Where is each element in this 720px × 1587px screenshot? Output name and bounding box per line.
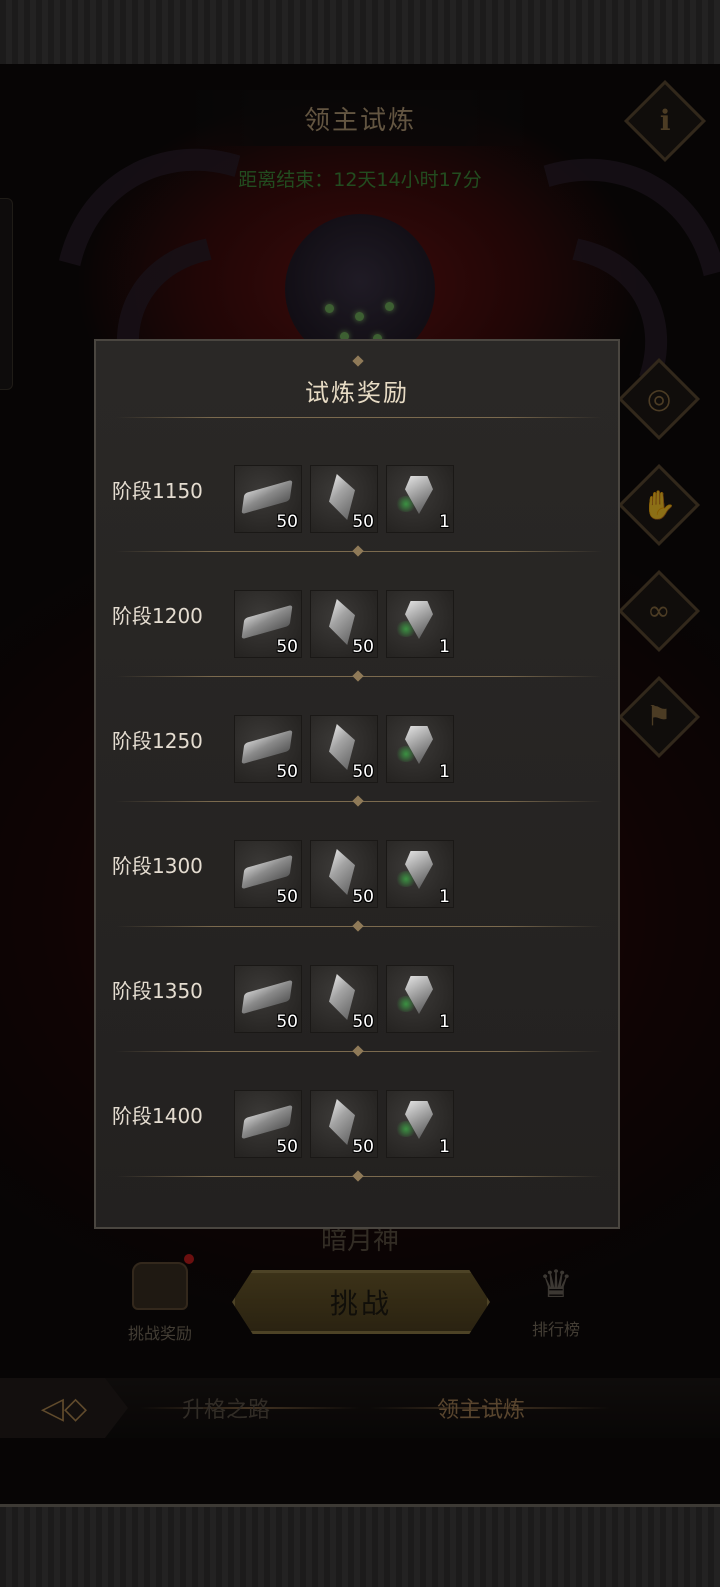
reward-item-slot[interactable]: 1 (386, 590, 454, 658)
stage-label: 阶段1300 (112, 854, 203, 878)
reward-item-slot[interactable]: 50 (310, 590, 378, 658)
item-quantity: 50 (352, 1012, 374, 1032)
title-ornament (352, 355, 364, 367)
stage-label: 阶段1400 (112, 1104, 203, 1128)
iron-ingot-icon (241, 854, 293, 890)
iron-ingot-icon (241, 479, 293, 515)
reward-item-slot[interactable]: 50 (234, 590, 302, 658)
reward-item-slot[interactable]: 50 (310, 840, 378, 908)
item-quantity: 50 (276, 637, 298, 657)
stage-label: 阶段1250 (112, 729, 203, 753)
item-quantity: 1 (439, 637, 450, 657)
crystal-shard-icon (329, 474, 355, 520)
reward-item-slot[interactable]: 50 (234, 1090, 302, 1158)
popup-title: 试炼奖励 (305, 379, 409, 407)
reward-item-slot[interactable]: 1 (386, 965, 454, 1033)
reward-item-slot[interactable]: 50 (310, 965, 378, 1033)
reward-row: 阶段1400 50 50 1 (96, 1066, 618, 1176)
item-quantity: 50 (352, 762, 374, 782)
reward-item-slot[interactable]: 50 (310, 1090, 378, 1158)
reward-item-slot[interactable]: 1 (386, 1090, 454, 1158)
item-quantity: 50 (276, 887, 298, 907)
crystal-shard-icon (329, 1099, 355, 1145)
iron-ingot-icon (241, 1104, 293, 1140)
item-quantity: 50 (352, 887, 374, 907)
item-quantity: 50 (352, 637, 374, 657)
top-frame-bar (0, 0, 720, 67)
reward-item-slot[interactable]: 50 (310, 715, 378, 783)
crystal-shard-icon (329, 974, 355, 1020)
reward-item-slot[interactable]: 50 (310, 465, 378, 533)
iron-ingot-icon (241, 979, 293, 1015)
reward-item-slot[interactable]: 50 (234, 715, 302, 783)
item-quantity: 50 (352, 512, 374, 532)
iron-ingot-icon (241, 604, 293, 640)
item-quantity: 1 (439, 887, 450, 907)
reward-row: 阶段1300 50 50 1 (96, 816, 618, 926)
reward-item-slot[interactable]: 50 (234, 465, 302, 533)
reward-item-slot[interactable]: 1 (386, 715, 454, 783)
reward-row: 阶段1250 50 50 1 (96, 691, 618, 801)
item-quantity: 50 (276, 512, 298, 532)
stage-label: 阶段1200 (112, 604, 203, 628)
crystal-shard-icon (329, 849, 355, 895)
iron-ingot-icon (241, 729, 293, 765)
item-quantity: 1 (439, 1137, 450, 1157)
trial-rewards-popup: 试炼奖励 阶段1150 50 50 1 阶段1200 50 50 1 阶段1250 50 50 1 阶段… (94, 339, 620, 1229)
item-quantity: 1 (439, 1012, 450, 1032)
reward-row: 阶段1200 50 50 1 (96, 566, 618, 676)
reward-item-slot[interactable]: 1 (386, 840, 454, 908)
reward-row: 阶段1150 50 50 1 (96, 441, 618, 551)
item-quantity: 1 (439, 762, 450, 782)
item-quantity: 1 (439, 512, 450, 532)
reward-item-slot[interactable]: 1 (386, 465, 454, 533)
item-quantity: 50 (276, 1137, 298, 1157)
item-quantity: 50 (276, 762, 298, 782)
reward-item-slot[interactable]: 50 (234, 965, 302, 1033)
bottom-frame-bar (0, 1504, 720, 1587)
stage-label: 阶段1150 (112, 479, 203, 503)
reward-row: 阶段1350 50 50 1 (96, 941, 618, 1051)
crystal-shard-icon (329, 724, 355, 770)
stage-label: 阶段1350 (112, 979, 203, 1003)
crystal-shard-icon (329, 599, 355, 645)
item-quantity: 50 (276, 1012, 298, 1032)
item-quantity: 50 (352, 1137, 374, 1157)
reward-item-slot[interactable]: 50 (234, 840, 302, 908)
title-divider (116, 417, 602, 418)
